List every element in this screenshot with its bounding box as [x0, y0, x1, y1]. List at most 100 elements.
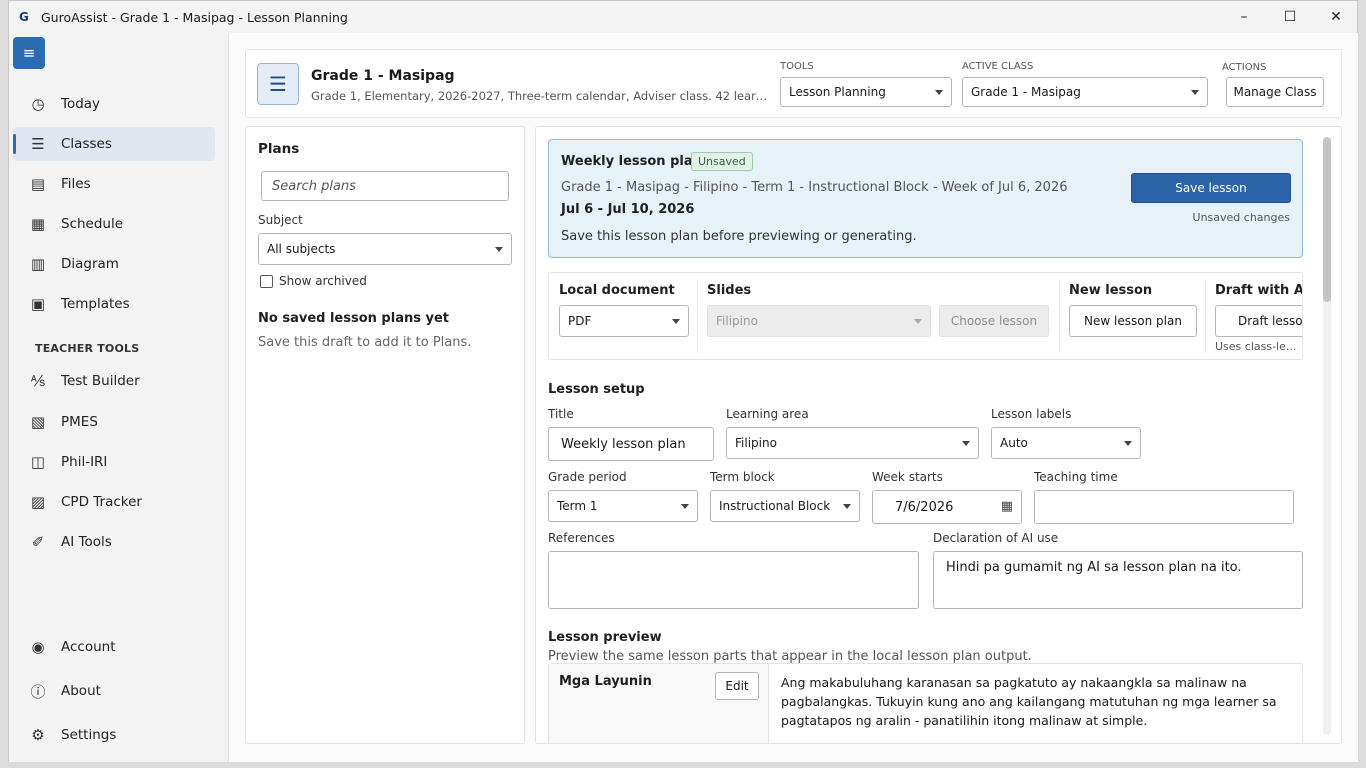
term-block-value: Instructional Block	[719, 499, 831, 513]
sidebar-item-label: Phil-IRI	[61, 454, 108, 470]
sidebar-item-settings[interactable]: ⚙ Settings	[13, 718, 215, 752]
sidebar-item-today[interactable]: ◷ Today	[13, 87, 215, 121]
grade-period-select[interactable]: Term 1	[548, 490, 698, 522]
lesson-editor: Weekly lesson plan Unsaved Grade 1 - Mas…	[535, 126, 1342, 744]
sidebar-item-files[interactable]: ▤ Files	[13, 167, 215, 201]
template-icon: ▣	[30, 295, 46, 313]
sidebar-item-templates[interactable]: ▣ Templates	[13, 287, 215, 321]
pmes-icon: ▧	[30, 413, 46, 431]
main-content: ☰ Grade 1 - Masipag Grade 1, Elementary,…	[228, 33, 1358, 762]
chevron-down-icon	[495, 247, 503, 252]
tools-select[interactable]: Lesson Planning	[780, 77, 952, 107]
active-class-select[interactable]: Grade 1 - Masipag	[962, 77, 1208, 107]
lesson-labels-select[interactable]: Auto	[991, 427, 1141, 459]
lesson-banner: Weekly lesson plan Unsaved Grade 1 - Mas…	[548, 139, 1303, 258]
minimize-button[interactable]: –	[1221, 1, 1267, 33]
scrollbar-thumb[interactable]	[1323, 137, 1331, 302]
sidebar-item-label: AI Tools	[61, 534, 112, 550]
menu-toggle-button[interactable]: ≡	[13, 37, 45, 69]
tool-row: Local document PDF Slides Filipino Choos…	[548, 272, 1303, 360]
local-document-select[interactable]: PDF	[559, 305, 689, 337]
plans-title: Plans	[258, 141, 300, 157]
calendar-icon: ▦	[30, 215, 46, 233]
sidebar: ≡ ◷ Today ☰ Classes ▤ Files ▦ Schedule ▥…	[9, 33, 228, 762]
title-input[interactable]: Weekly lesson plan	[548, 427, 714, 461]
sidebar-item-ai-tools[interactable]: ✐ AI Tools	[13, 525, 215, 559]
new-lesson-label: New lesson	[1069, 283, 1153, 298]
chevron-down-icon	[843, 504, 851, 509]
sidebar-item-label: Today	[61, 96, 101, 112]
week-starts-label: Week starts	[872, 470, 943, 484]
week-starts-value: 7/6/2026	[895, 499, 954, 515]
editor-scrollbar[interactable]	[1323, 137, 1331, 735]
chevron-down-icon	[962, 441, 970, 446]
sidebar-item-pmes[interactable]: ▧ PMES	[13, 405, 215, 439]
chevron-down-icon	[681, 504, 689, 509]
local-document-value: PDF	[568, 314, 592, 328]
actions-label: ACTIONS	[1222, 62, 1267, 73]
tools-label: TOOLS	[780, 61, 814, 72]
slides-select-value: Filipino	[716, 314, 758, 328]
unsaved-changes-text: Unsaved changes	[1192, 211, 1290, 224]
empty-state-subtitle: Save this draft to add it to Plans.	[258, 335, 472, 350]
draft-lesson-button[interactable]: Draft lesso	[1215, 305, 1302, 337]
chevron-down-icon	[935, 90, 943, 95]
tools-select-value: Lesson Planning	[789, 85, 886, 99]
week-starts-date-input[interactable]: 7/6/2026 ▦	[872, 490, 1022, 524]
learning-area-select[interactable]: Filipino	[726, 427, 979, 459]
app-window: G GuroAssist - Grade 1 - Masipag - Lesso…	[8, 0, 1358, 762]
subject-select[interactable]: All subjects	[258, 233, 512, 265]
clock-icon: ◷	[31, 95, 45, 113]
references-label: References	[548, 531, 615, 545]
calendar-icon[interactable]: ▦	[1001, 499, 1013, 514]
divider	[1059, 281, 1060, 353]
lesson-preview-title: Lesson preview	[548, 630, 662, 645]
preview-card-title: Mga Layunin	[559, 674, 652, 689]
manage-class-button[interactable]: Manage Class	[1226, 77, 1324, 107]
close-button[interactable]: ✕	[1313, 1, 1359, 33]
plans-panel: Plans Search plans Subject All subjects …	[245, 126, 525, 744]
sidebar-item-label: Diagram	[61, 256, 119, 272]
sidebar-item-label: Classes	[61, 136, 112, 152]
sidebar-item-classes[interactable]: ☰ Classes	[13, 127, 215, 161]
maximize-button[interactable]: ☐	[1267, 1, 1313, 33]
class-title: Grade 1 - Masipag	[311, 68, 455, 84]
term-block-select[interactable]: Instructional Block	[710, 490, 860, 522]
chevron-down-icon	[1191, 90, 1199, 95]
sidebar-item-label: Account	[61, 639, 116, 655]
sidebar-item-label: Files	[61, 176, 91, 192]
edit-button[interactable]: Edit	[715, 672, 759, 700]
sidebar-item-test-builder[interactable]: ⅍ Test Builder	[13, 364, 215, 398]
title-label: Title	[548, 407, 574, 421]
draft-with-ai-label: Draft with A	[1215, 283, 1303, 298]
sidebar-item-diagram[interactable]: ▥ Diagram	[13, 247, 215, 281]
choose-lesson-button[interactable]: Choose lesson	[939, 305, 1049, 337]
sidebar-item-about[interactable]: ⓘ About	[13, 674, 215, 708]
tracker-icon: ▨	[30, 493, 46, 511]
search-plans-input[interactable]: Search plans	[261, 171, 509, 201]
save-lesson-button[interactable]: Save lesson	[1131, 173, 1291, 203]
sidebar-item-label: PMES	[61, 414, 98, 430]
sidebar-item-cpd-tracker[interactable]: ▨ CPD Tracker	[13, 485, 215, 519]
references-textarea[interactable]	[548, 551, 919, 609]
sidebar-item-account[interactable]: ◉ Account	[13, 630, 215, 664]
sidebar-item-phil-iri[interactable]: ◫ Phil-IRI	[13, 445, 215, 479]
teaching-time-input[interactable]	[1034, 490, 1294, 524]
chevron-down-icon	[672, 319, 680, 324]
sidebar-item-label: Schedule	[61, 216, 124, 232]
status-badge: Unsaved	[691, 152, 753, 171]
chevron-down-icon	[914, 319, 922, 324]
learning-area-label: Learning area	[726, 407, 809, 421]
active-class-label: ACTIVE CLASS	[962, 61, 1034, 72]
slides-select[interactable]: Filipino	[707, 305, 931, 337]
ai-declaration-textarea[interactable]: Hindi pa gumamit ng AI sa lesson plan na…	[933, 551, 1303, 609]
sidebar-item-label: Test Builder	[61, 373, 140, 389]
lesson-setup-title: Lesson setup	[548, 382, 645, 397]
sidebar-item-label: Settings	[61, 727, 117, 743]
new-lesson-plan-button[interactable]: New lesson plan	[1069, 305, 1197, 337]
grade-period-value: Term 1	[557, 499, 598, 513]
banner-message: Save this lesson plan before previewing …	[561, 229, 917, 244]
show-archived-checkbox[interactable]	[260, 275, 273, 288]
slides-label: Slides	[707, 283, 752, 298]
sidebar-item-schedule[interactable]: ▦ Schedule	[13, 207, 215, 241]
